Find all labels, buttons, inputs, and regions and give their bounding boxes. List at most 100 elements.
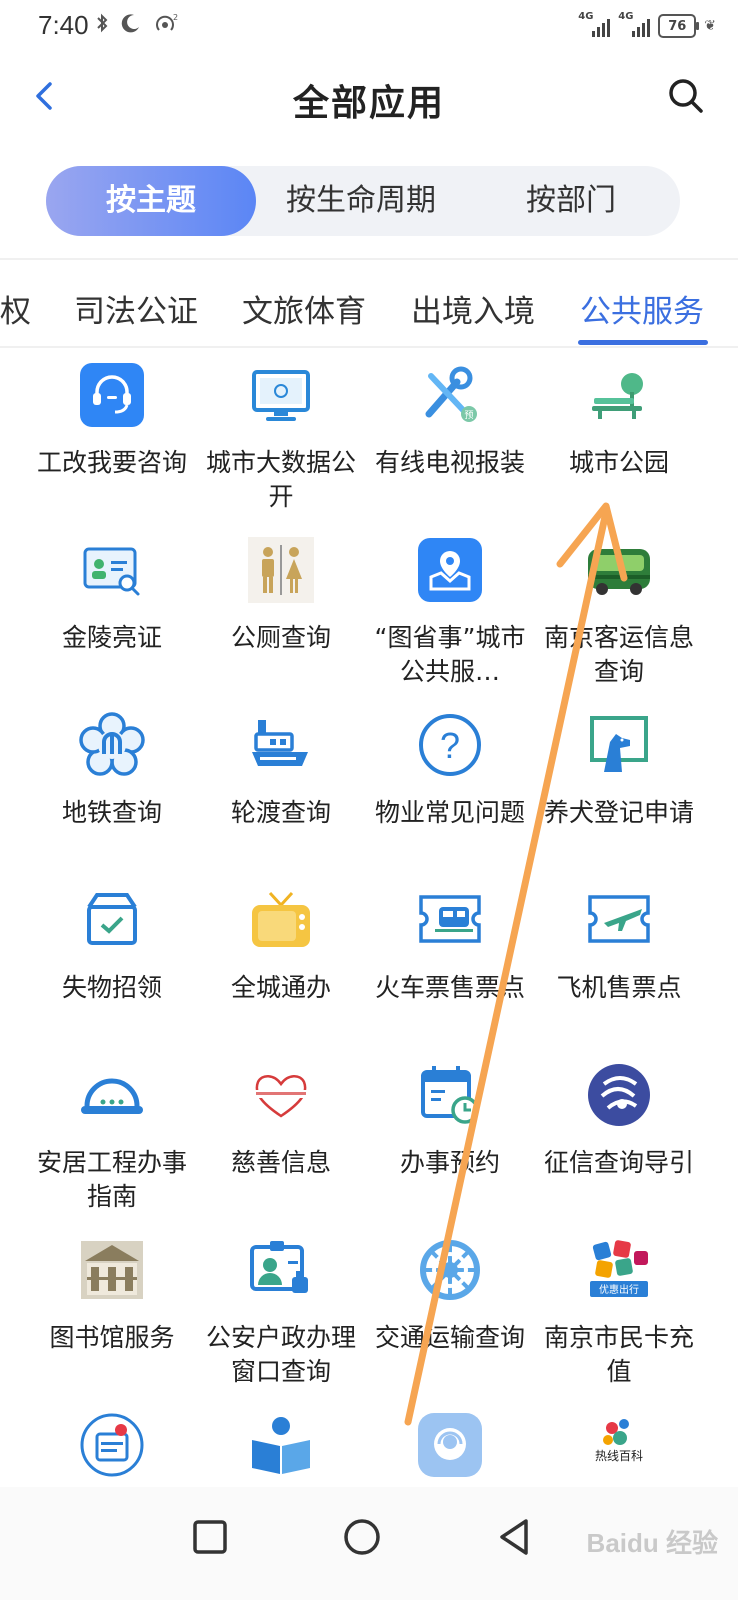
segment-by-lifecycle[interactable]: 按生命周期 (261, 166, 461, 236)
app-item[interactable]: 金陵亮证 (28, 525, 196, 695)
app-item[interactable] (366, 1400, 534, 1485)
app-label: 安居工程办事指南 (36, 1148, 187, 1211)
category-tab[interactable]: 司法公证 (74, 286, 198, 331)
moon-icon (121, 14, 139, 33)
library-icon (81, 1241, 143, 1299)
square-icon (193, 1520, 227, 1554)
hotline-logo-text: 热线百科 (595, 1449, 643, 1463)
app-item[interactable]: 征信查询导引 (535, 1050, 703, 1220)
app-item[interactable]: 慈善信息 (197, 1050, 365, 1220)
bluetooth-icon (97, 13, 108, 33)
app-item[interactable]: 地铁查询 (28, 700, 196, 870)
category-tab[interactable]: 文旅体育 (242, 286, 366, 331)
headset-icon (80, 363, 144, 427)
plane-ticket-icon (588, 895, 650, 943)
svg-text:预: 预 (464, 410, 473, 421)
divider (0, 258, 738, 260)
status-bar: 7:40 2 4G 4G 76 ❦ (0, 0, 738, 52)
app-item[interactable]: 公厕查询 (197, 525, 365, 695)
view-mode-segment: 按主题 按生命周期 按部门 (46, 166, 680, 236)
battery-icon: 76 (658, 14, 700, 38)
service-bubble-icon (418, 1413, 482, 1477)
category-tab[interactable]: 出境入境 (411, 286, 535, 331)
metro-logo-icon (79, 712, 145, 776)
app-label: 公厕查询 (230, 623, 331, 652)
app-item[interactable]: 城市大数据公开 (197, 350, 365, 520)
app-item[interactable]: 安居工程办事指南 (28, 1050, 196, 1220)
app-item[interactable]: “图省事”城市公共服… (366, 525, 534, 695)
app-label: 物业常见问题 (374, 798, 525, 827)
svg-text:2: 2 (173, 13, 179, 22)
map-pin-icon (418, 538, 482, 602)
search-button[interactable] (666, 76, 706, 116)
app-item[interactable]: 图书馆服务 (28, 1225, 196, 1395)
app-label: 征信查询导引 (543, 1148, 694, 1177)
status-right: 4G 4G 76 ❦ (578, 11, 716, 40)
tools-icon: 预 (425, 366, 477, 422)
charity-heart-icon (254, 1075, 308, 1118)
app-label: 南京客运信息查询 (543, 623, 694, 686)
app-item[interactable] (28, 1400, 196, 1485)
page-title: 全部应用 (292, 83, 445, 124)
app-item[interactable]: 公安户政办理窗口查询 (197, 1225, 365, 1395)
circle-icon (344, 1519, 380, 1555)
app-item[interactable]: 火车票售票点 (366, 875, 534, 1045)
back-nav-button[interactable] (484, 1507, 544, 1567)
divider (0, 346, 738, 348)
app-item[interactable]: 办事预约 (366, 1050, 534, 1220)
park-bench-icon (592, 373, 643, 419)
category-tab[interactable]: 权 (0, 286, 31, 331)
segment-by-department[interactable]: 按部门 (476, 166, 666, 236)
app-label: 火车票售票点 (374, 973, 525, 1002)
app-label: 慈善信息 (230, 1148, 331, 1177)
app-label: 办事预约 (399, 1148, 500, 1177)
toilet-icon (248, 537, 314, 603)
app-item[interactable]: 南京客运信息查询 (535, 525, 703, 695)
app-item[interactable]: 失物招领 (28, 875, 196, 1045)
question-icon: ? (419, 714, 481, 776)
app-label: 金陵亮证 (61, 623, 162, 652)
app-label: 城市大数据公开 (205, 448, 356, 511)
active-tab-indicator (578, 340, 708, 345)
citizen-card-tag: 优惠出行 (599, 1283, 639, 1296)
dog-icon (590, 716, 648, 772)
app-item[interactable]: 飞机售票点 (535, 875, 703, 1045)
badge-user-icon (250, 1241, 308, 1293)
credit-logo-icon (588, 1064, 650, 1126)
app-item[interactable]: 优惠出行 南京市民卡充值 (535, 1225, 703, 1395)
app-label: 飞机售票点 (556, 973, 682, 1002)
status-time: 7:40 (38, 10, 89, 40)
watermark: Baidu 经验 (586, 1528, 718, 1558)
app-item[interactable] (197, 1400, 365, 1485)
app-label: 公安户政办理窗口查询 (205, 1323, 356, 1386)
app-grid: 工改我要咨询 城市大数据公开 预 有线电视报装 城市公园 金陵亮证 公厕查询 “… (0, 350, 738, 1485)
app-label: 地铁查询 (61, 798, 162, 827)
app-label: 工改我要咨询 (36, 448, 187, 477)
search-icon (669, 79, 703, 113)
system-nav-bar: Baidu 经验 (0, 1487, 738, 1600)
app-label: 失物招领 (61, 973, 162, 1002)
app-label: 交通运输查询 (374, 1323, 525, 1352)
app-item[interactable]: 养犬登记申请 (535, 700, 703, 870)
category-tab-active[interactable]: 公共服务 (580, 286, 704, 331)
citizen-card-icon: 优惠出行 (590, 1240, 648, 1297)
battery-level: 76 (668, 18, 687, 34)
app-item[interactable]: 预 有线电视报装 (366, 350, 534, 520)
app-item[interactable]: 全城通办 (197, 875, 365, 1045)
app-label: 养犬登记申请 (543, 798, 694, 827)
food-icon (80, 1413, 144, 1477)
app-item[interactable]: 城市公园 (535, 350, 703, 520)
segment-by-theme[interactable]: 按主题 (46, 166, 256, 236)
app-item[interactable]: 工改我要咨询 (28, 350, 196, 520)
app-item[interactable]: 轮渡查询 (197, 700, 365, 870)
app-item[interactable]: 热线百科 (535, 1400, 703, 1485)
recents-button[interactable] (180, 1507, 240, 1567)
app-item[interactable]: ? 物业常见问题 (366, 700, 534, 870)
hotline-logo-icon: 热线百科 (595, 1419, 643, 1463)
home-button[interactable] (332, 1507, 392, 1567)
app-item[interactable]: 交通运输查询 (366, 1225, 534, 1395)
category-tabs: 权 司法公证 文旅体育 出境入境 公共服务 (0, 266, 738, 346)
header: 全部应用 (0, 56, 738, 140)
tv-icon (252, 891, 310, 947)
wheel-icon (420, 1240, 480, 1300)
